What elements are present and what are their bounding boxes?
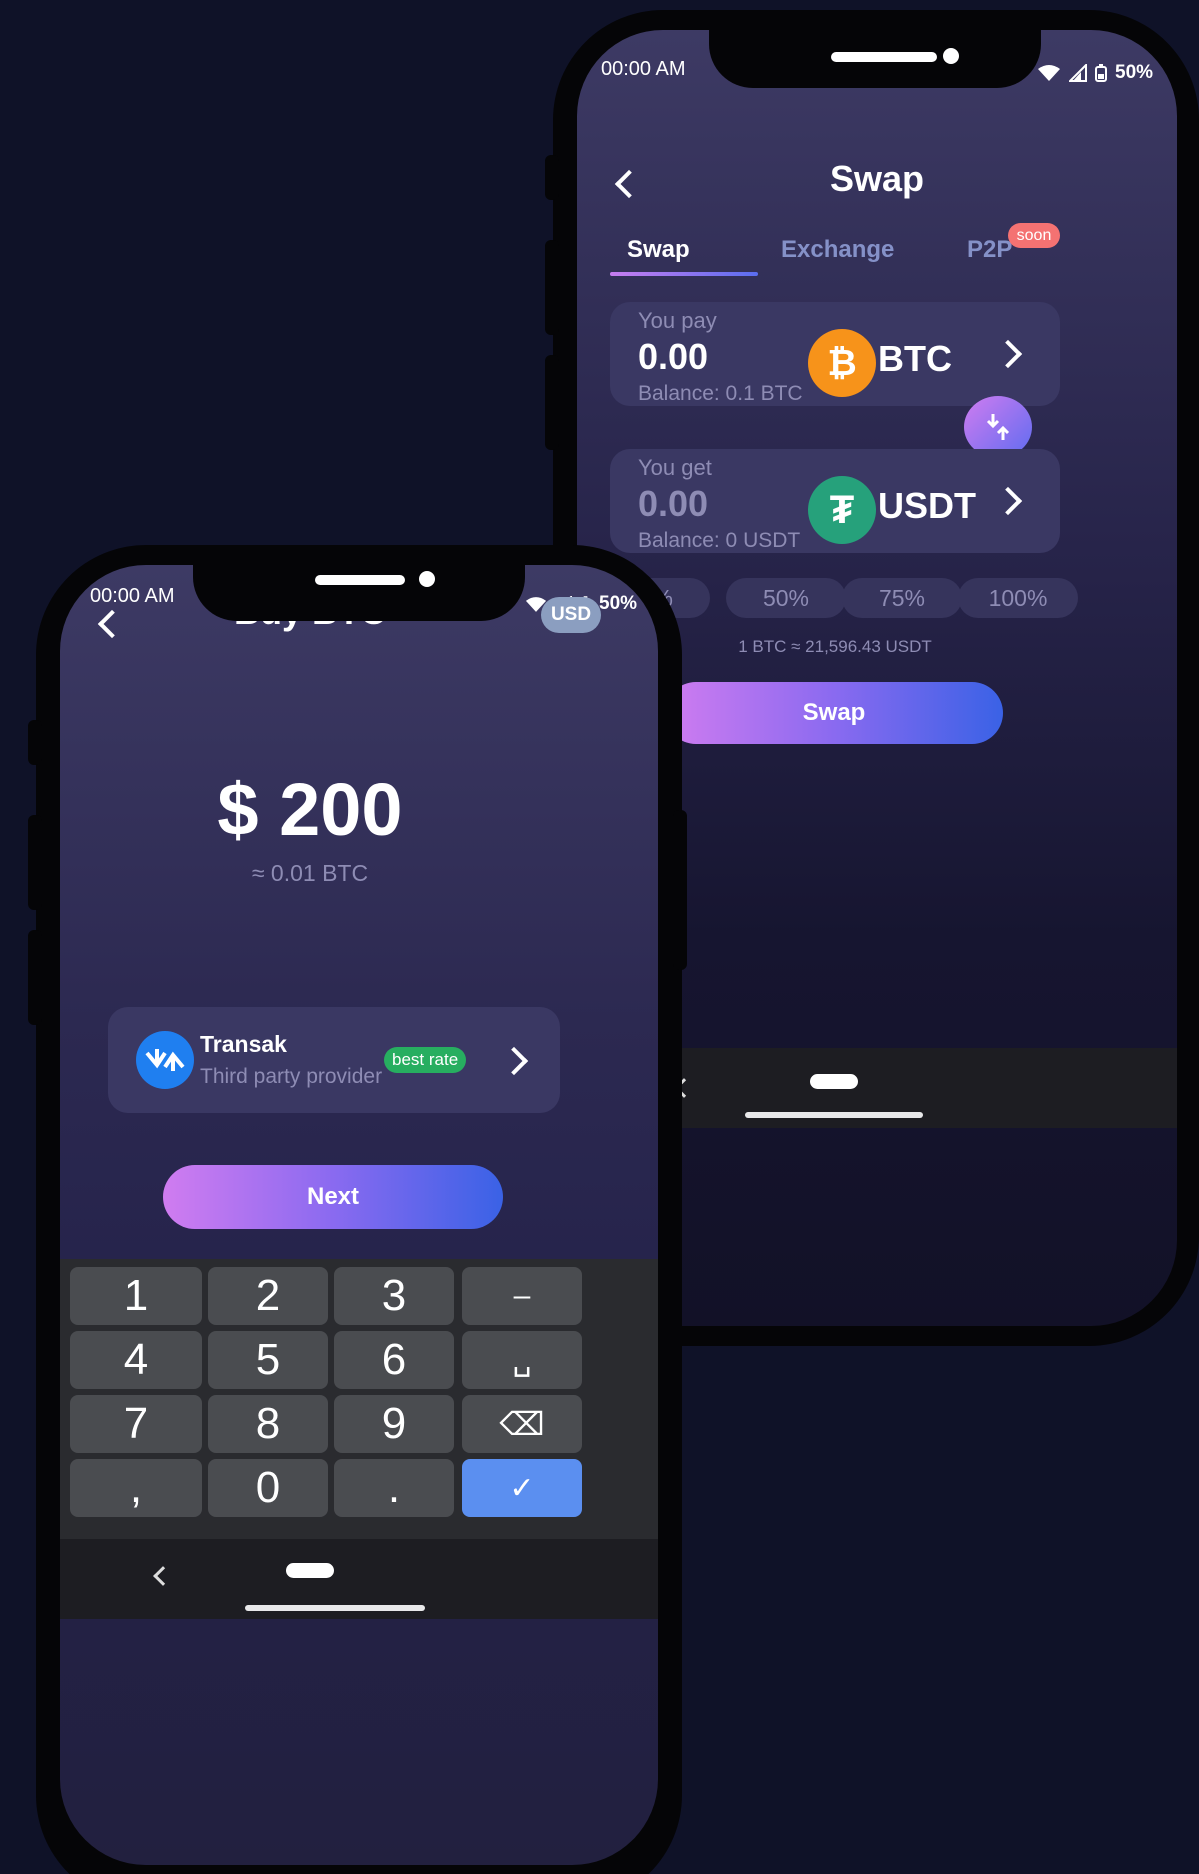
nav-back-icon[interactable] (153, 1566, 173, 1586)
provider-subtitle: Third party provider (200, 1065, 383, 1088)
currency-badge[interactable]: USD (541, 597, 601, 633)
side-button (545, 240, 559, 335)
status-time: 00:00 AM (601, 58, 686, 80)
nav-home-icon[interactable] (286, 1563, 334, 1578)
key-1[interactable]: 1 (70, 1267, 202, 1325)
side-button (545, 155, 559, 200)
transak-icon (136, 1031, 194, 1089)
buy-amount: $ 200 (217, 768, 403, 851)
swap-button[interactable]: Swap (665, 682, 1003, 744)
key-4[interactable]: 4 (70, 1331, 202, 1389)
camera (943, 48, 959, 64)
speaker (831, 52, 937, 62)
buy-phone-frame: 00:00 AM 50% Buy BTC USD $ 200 ≈ 0.01 BT… (28, 545, 687, 1874)
get-coin: USDT (878, 485, 976, 526)
get-balance: Balance: 0 USDT (638, 529, 801, 552)
provider-card[interactable]: Transak Third party provider best rate (108, 1007, 560, 1113)
key-5[interactable]: 5 (208, 1331, 328, 1389)
home-indicator (745, 1112, 923, 1118)
tether-icon: ₮ (808, 476, 876, 544)
key-space[interactable]: ␣ (462, 1331, 582, 1389)
battery-percent: 50% (1115, 62, 1154, 83)
camera (419, 571, 435, 587)
wifi-icon (1038, 65, 1060, 81)
key-confirm[interactable]: ✓ (462, 1459, 582, 1517)
get-card[interactable]: You get 0.00 Balance: 0 USDT ₮ USDT (610, 449, 1060, 553)
key-2[interactable]: 2 (208, 1267, 328, 1325)
notch (193, 561, 525, 621)
pay-amount[interactable]: 0.00 (638, 336, 708, 378)
home-indicator (245, 1605, 425, 1611)
next-button[interactable]: Next (163, 1165, 503, 1229)
soon-badge: soon (1008, 223, 1060, 248)
system-nav-bar (60, 1539, 658, 1619)
page-title: Swap (829, 158, 925, 199)
side-button (28, 815, 42, 910)
key-3[interactable]: 3 (334, 1267, 454, 1325)
numeric-keypad: 1 2 3 – 4 5 6 ␣ 7 8 9 ⌫ , 0 . ✓ (60, 1259, 658, 1539)
battery-percent: 50% (599, 593, 638, 614)
key-minus[interactable]: – (462, 1267, 582, 1325)
provider-name: Transak (200, 1031, 287, 1057)
key-9[interactable]: 9 (334, 1395, 454, 1453)
best-rate-badge: best rate (384, 1047, 467, 1073)
nav-home-icon[interactable] (810, 1074, 858, 1089)
pay-balance: Balance: 0.1 BTC (638, 382, 803, 405)
side-button (673, 810, 687, 970)
get-label: You get (638, 455, 712, 480)
chevron-right-icon[interactable] (499, 1046, 529, 1076)
key-0[interactable]: 0 (208, 1459, 328, 1517)
get-amount: 0.00 (638, 483, 709, 524)
key-6[interactable]: 6 (334, 1331, 454, 1389)
swap-arrows-icon (986, 414, 1010, 440)
pay-coin: BTC (878, 338, 952, 379)
percent-50-button[interactable]: 50% (726, 578, 846, 618)
side-button (28, 720, 42, 765)
percent-100-button[interactable]: 100% (958, 578, 1078, 618)
tab-swap[interactable]: Swap (627, 236, 690, 264)
speaker (315, 575, 405, 585)
battery-icon (1095, 64, 1107, 82)
status-icons: 50% (1037, 62, 1153, 84)
pay-label: You pay (638, 308, 717, 333)
side-button (545, 355, 559, 450)
tab-active-indicator (610, 272, 758, 276)
chevron-right-icon[interactable] (993, 486, 1023, 516)
chevron-right-icon[interactable] (993, 339, 1023, 369)
key-7[interactable]: 7 (70, 1395, 202, 1453)
buy-amount-converted: ≈ 0.01 BTC (251, 860, 369, 886)
percent-75-button[interactable]: 75% (842, 578, 962, 618)
tab-exchange[interactable]: Exchange (781, 236, 894, 264)
tab-p2p[interactable]: P2P (967, 236, 1012, 264)
pay-card[interactable]: You pay 0.00 Balance: 0.1 BTC ₿ BTC (610, 302, 1060, 406)
key-8[interactable]: 8 (208, 1395, 328, 1453)
side-button (28, 930, 42, 1025)
key-period[interactable]: . (334, 1459, 454, 1517)
signal-icon (1069, 64, 1087, 82)
buy-screen: 00:00 AM 50% Buy BTC USD $ 200 ≈ 0.01 BT… (60, 565, 658, 1865)
key-backspace[interactable]: ⌫ (462, 1395, 582, 1453)
key-comma[interactable]: , (70, 1459, 202, 1517)
bitcoin-icon: ₿ (808, 329, 876, 397)
